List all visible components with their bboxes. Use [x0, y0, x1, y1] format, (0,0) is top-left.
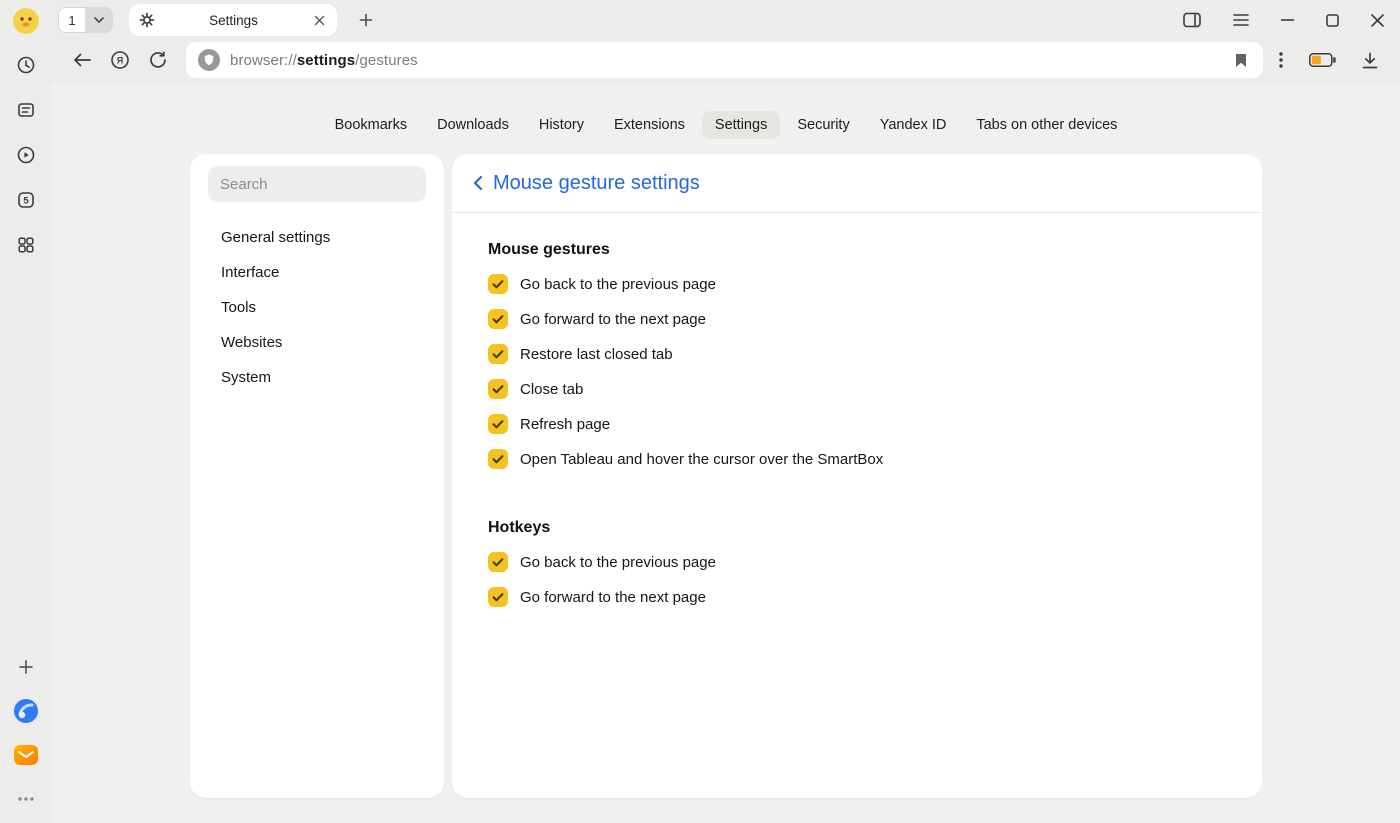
- option-row-go-back-to-the-previous-page[interactable]: Go back to the previous page: [488, 550, 1226, 574]
- option-row-refresh-page[interactable]: Refresh page: [488, 412, 1226, 436]
- tab-group: 1: [58, 7, 113, 33]
- yandex-service-icon[interactable]: [12, 741, 40, 769]
- sidebar-toggle-icon[interactable]: [1179, 8, 1205, 32]
- gesture-settings-card: Mouse gesture settings Mouse gestures Go …: [452, 154, 1262, 798]
- more-dots-icon[interactable]: [12, 785, 40, 813]
- close-button[interactable]: [1367, 10, 1388, 31]
- option-row-go-forward-to-the-next-page[interactable]: Go forward to the next page: [488, 307, 1226, 331]
- new-tab-button[interactable]: [355, 9, 377, 31]
- option-label: Go back to the previous page: [520, 554, 716, 571]
- section-heading-mouse-gestures: Mouse gestures: [488, 241, 1226, 259]
- apps-grid-icon[interactable]: [12, 231, 40, 259]
- option-label: Go forward to the next page: [520, 311, 706, 328]
- checkbox-icon[interactable]: [488, 309, 508, 329]
- option-label: Go back to the previous page: [520, 276, 716, 293]
- tabbar-right-group: [1179, 8, 1388, 32]
- settings-sidebar-card: General settings Interface Tools Websites Sy…: [190, 154, 444, 798]
- battery-icon[interactable]: [1305, 49, 1340, 71]
- side-rail: 5: [0, 0, 52, 823]
- svg-text:5: 5: [23, 196, 29, 207]
- option-row-restore-last-closed-tab[interactable]: Restore last closed tab: [488, 342, 1226, 366]
- menu-icon[interactable]: [1229, 10, 1253, 30]
- tab-group-chevron-icon[interactable]: [85, 7, 113, 33]
- back-button[interactable]: [66, 44, 98, 76]
- page-title: Mouse gesture settings: [493, 172, 700, 195]
- option-label: Restore last closed tab: [520, 346, 673, 363]
- profile-avatar[interactable]: [13, 8, 39, 34]
- gesture-settings-header: Mouse gesture settings: [452, 154, 1262, 213]
- address-bar-tools: [1275, 48, 1386, 73]
- sidebar-item-system[interactable]: System: [221, 369, 426, 390]
- address-bar: Я browser://settings/gestures: [52, 40, 1400, 84]
- tab-bar: 1 Settings: [52, 0, 1400, 40]
- settings-section-list: General settings Interface Tools Websites Sy…: [208, 229, 426, 390]
- checkbox-icon[interactable]: [488, 379, 508, 399]
- nav-item-extensions[interactable]: Extensions: [601, 111, 698, 139]
- downloads-icon[interactable]: [1358, 48, 1382, 73]
- browser-logo-icon[interactable]: [12, 697, 40, 725]
- feed-icon[interactable]: [12, 96, 40, 124]
- option-row-go-back-to-the-previous-page[interactable]: Go back to the previous page: [488, 272, 1226, 296]
- option-label: Go forward to the next page: [520, 589, 706, 606]
- maximize-button[interactable]: [1322, 10, 1343, 31]
- tab-group-badge[interactable]: 1: [58, 7, 85, 33]
- history-icon[interactable]: [12, 51, 40, 79]
- nav-item-settings[interactable]: Settings: [702, 111, 780, 139]
- tab-title: Settings: [163, 13, 304, 28]
- protect-shield-icon[interactable]: [198, 49, 220, 71]
- rail-top-group: 5: [12, 8, 40, 259]
- nav-item-yandex-id[interactable]: Yandex ID: [867, 111, 960, 139]
- nav-item-security[interactable]: Security: [784, 111, 862, 139]
- url-prefix: browser://: [230, 52, 297, 69]
- minimize-button[interactable]: [1277, 15, 1298, 25]
- settings-page: BookmarksDownloadsHistoryExtensionsSetti…: [52, 84, 1400, 823]
- back-chevron-icon[interactable]: [472, 171, 487, 195]
- url-field[interactable]: browser://settings/gestures: [186, 42, 1263, 78]
- nav-item-downloads[interactable]: Downloads: [424, 111, 522, 139]
- svg-text:Я: Я: [117, 56, 123, 66]
- checkbox-icon[interactable]: [488, 274, 508, 294]
- tab-group-count: 1: [68, 13, 75, 28]
- option-row-open-tableau-and-hover-the-cursor-over-the-smartbox[interactable]: Open Tableau and hover the cursor over t…: [488, 447, 1226, 471]
- option-row-close-tab[interactable]: Close tab: [488, 377, 1226, 401]
- checkbox-icon[interactable]: [488, 449, 508, 469]
- add-panel-icon[interactable]: [12, 653, 40, 681]
- url-highlight: settings: [297, 52, 355, 69]
- url-suffix: /gestures: [355, 52, 418, 69]
- browser-window: 5: [0, 0, 1400, 823]
- rail-bottom-group: [12, 653, 40, 813]
- option-label: Refresh page: [520, 416, 610, 433]
- sidebar-item-interface[interactable]: Interface: [221, 264, 426, 285]
- sidebar-item-tools[interactable]: Tools: [221, 299, 426, 320]
- yandex-home-icon[interactable]: Я: [104, 44, 136, 76]
- checkbox-icon[interactable]: [488, 414, 508, 434]
- settings-nav: BookmarksDownloadsHistoryExtensionsSetti…: [52, 111, 1400, 139]
- sidebar-item-websites[interactable]: Websites: [221, 334, 426, 355]
- nav-item-history[interactable]: History: [526, 111, 597, 139]
- video-icon[interactable]: [12, 141, 40, 169]
- gesture-sections: Mouse gestures Go back to the previous pa…: [452, 213, 1262, 620]
- checkbox-icon[interactable]: [488, 587, 508, 607]
- gear-icon: [139, 12, 155, 28]
- search-input[interactable]: [220, 176, 414, 193]
- search-box[interactable]: [208, 166, 426, 202]
- settings-cards: General settings Interface Tools Websites Sy…: [190, 154, 1262, 798]
- tab-settings[interactable]: Settings: [129, 4, 337, 36]
- option-row-go-forward-to-the-next-page[interactable]: Go forward to the next page: [488, 585, 1226, 609]
- url-text: browser://settings/gestures: [230, 52, 1221, 69]
- tab-counter-icon[interactable]: 5: [12, 186, 40, 214]
- bookmark-icon[interactable]: [1231, 49, 1251, 72]
- nav-item-tabs-on-other-devices[interactable]: Tabs on other devices: [963, 111, 1130, 139]
- nav-item-bookmarks[interactable]: Bookmarks: [322, 111, 421, 139]
- option-label: Open Tableau and hover the cursor over t…: [520, 451, 883, 468]
- checkbox-icon[interactable]: [488, 344, 508, 364]
- sidebar-item-general-settings[interactable]: General settings: [221, 229, 426, 250]
- option-label: Close tab: [520, 381, 583, 398]
- kebab-menu-icon[interactable]: [1275, 48, 1287, 72]
- checkbox-icon[interactable]: [488, 552, 508, 572]
- tab-close-icon[interactable]: [312, 13, 327, 28]
- section-heading-hotkeys: Hotkeys: [488, 519, 1226, 537]
- refresh-button[interactable]: [142, 44, 174, 76]
